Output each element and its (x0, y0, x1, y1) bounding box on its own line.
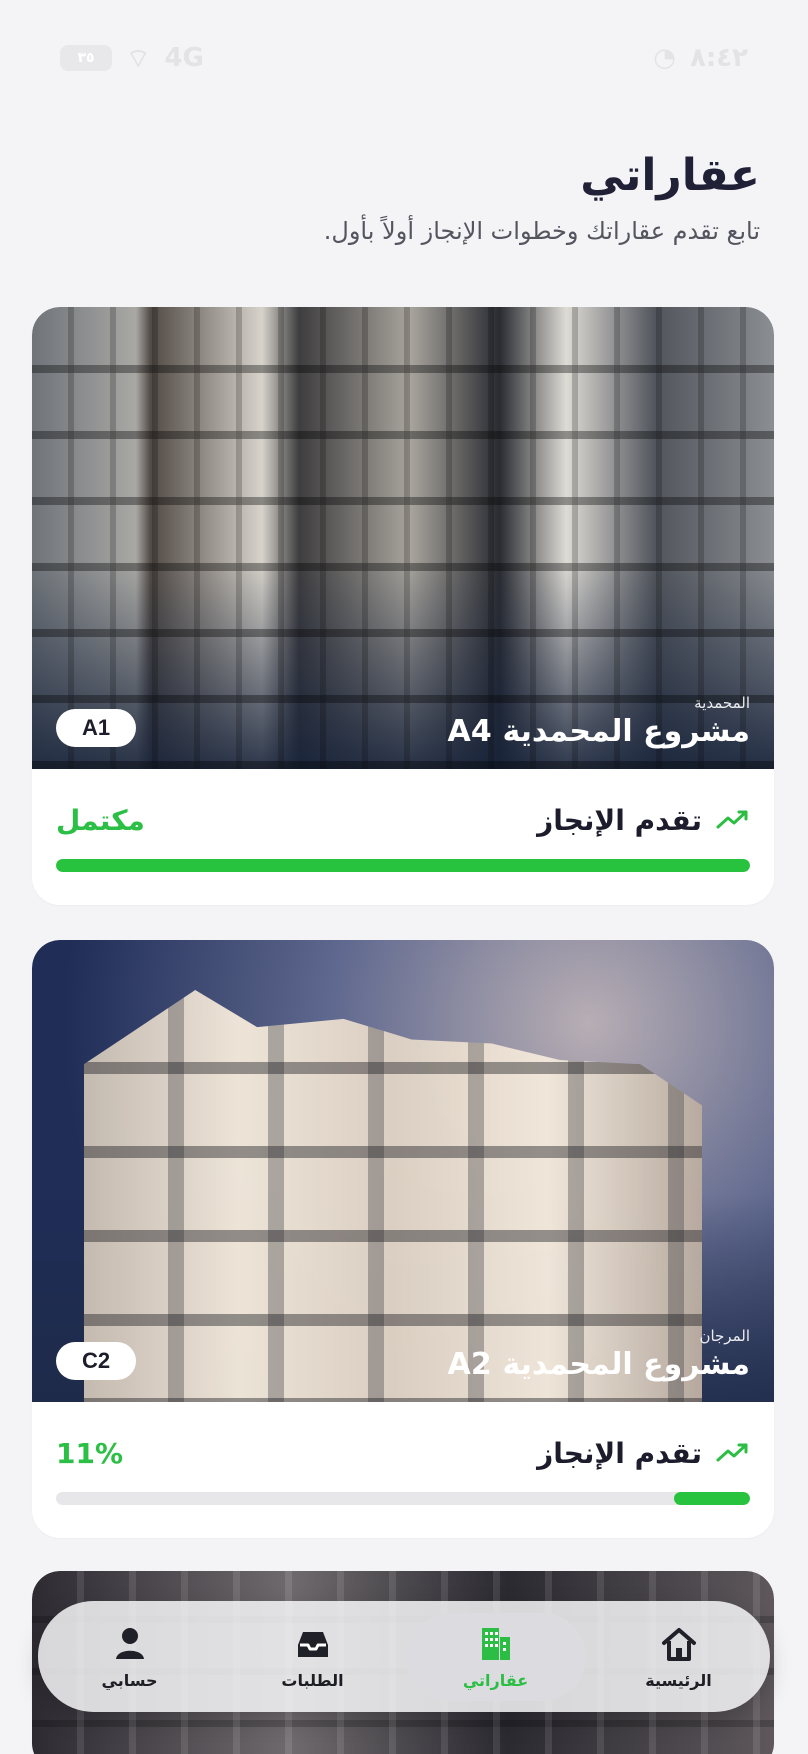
bottom-navigation: الرئيسية عقاراتي الطلبات حسابي (38, 1601, 770, 1712)
nav-item-home[interactable]: الرئيسية (589, 1613, 769, 1701)
page-header: عقاراتي تابع تقدم عقاراتك وخطوات الإنجاز… (48, 150, 760, 245)
project-title: مشروع المحمدية A4 (447, 714, 750, 749)
home-icon (661, 1628, 696, 1661)
progress-fill (673, 1492, 750, 1505)
nav-label: حسابي (101, 1671, 158, 1690)
progress-status: مكتمل (56, 803, 145, 837)
inbox-icon (297, 1632, 328, 1657)
page-title: عقاراتي (580, 150, 760, 201)
status-time: ٨:٤٢ (689, 43, 748, 73)
battery-indicator: ٣٥ (60, 45, 112, 71)
nav-item-requests[interactable]: الطلبات (223, 1613, 403, 1701)
trend-up-icon (716, 810, 748, 829)
property-image-label: المحمدية مشروع المحمدية A4 (448, 694, 750, 749)
progress-bar (56, 1492, 750, 1505)
progress-fill (56, 859, 750, 872)
nav-label: الرئيسية (645, 1671, 712, 1690)
alarm-icon: ◔ (653, 43, 676, 73)
nav-item-properties[interactable]: عقاراتي (405, 1612, 586, 1701)
progress-label-group: تقدم الإنجاز (537, 804, 750, 837)
progress-row: مكتمل تقدم الإنجاز (56, 799, 750, 841)
project-title: مشروع المحمدية A2 (447, 1347, 750, 1382)
property-card[interactable]: المرجان مشروع المحمدية A2 C2 11% تقدم ال… (32, 940, 774, 1538)
property-image-label: المرجان مشروع المحمدية A2 (448, 1327, 750, 1382)
property-card[interactable]: المحمدية مشروع المحمدية A4 A1 مكتمل تقدم… (32, 307, 774, 905)
district-label: المرجان (699, 1327, 750, 1345)
trend-up-icon (716, 1443, 748, 1462)
wifi-icon: ⌔ (126, 43, 151, 74)
district-label: المحمدية (694, 694, 750, 712)
status-left: ٣٥ ⌔ 4G (60, 42, 204, 75)
progress-label: تقدم الإنجاز (537, 1436, 702, 1470)
page-subtitle: تابع تقدم عقاراتك وخطوات الإنجاز أولاً ب… (323, 216, 760, 245)
status-right: ◔ ٨:٤٢ (653, 43, 748, 73)
network-label: 4G (164, 43, 204, 73)
nav-label: الطلبات (281, 1671, 344, 1690)
unit-badge: A1 (56, 709, 136, 747)
nav-label: عقاراتي (462, 1671, 529, 1690)
progress-label-group: تقدم الإنجاز (537, 1437, 750, 1470)
nav-item-account[interactable]: حسابي (40, 1613, 220, 1701)
property-image[interactable]: المحمدية مشروع المحمدية A4 A1 (32, 307, 774, 769)
app-screen: ٣٥ ⌔ 4G ◔ ٨:٤٢ عقاراتي تابع تقدم عقاراتك… (0, 0, 808, 1754)
unit-badge: C2 (56, 1342, 136, 1380)
progress-percentage: 11% (56, 1436, 124, 1470)
progress-row: 11% تقدم الإنجاز (56, 1432, 750, 1474)
progress-label: تقدم الإنجاز (537, 803, 702, 837)
property-image[interactable]: المرجان مشروع المحمدية A2 C2 (32, 940, 774, 1402)
user-icon (115, 1628, 144, 1659)
progress-bar (56, 859, 750, 872)
building-icon (481, 1628, 510, 1660)
status-bar: ٣٥ ⌔ 4G ◔ ٨:٤٢ (60, 38, 748, 78)
